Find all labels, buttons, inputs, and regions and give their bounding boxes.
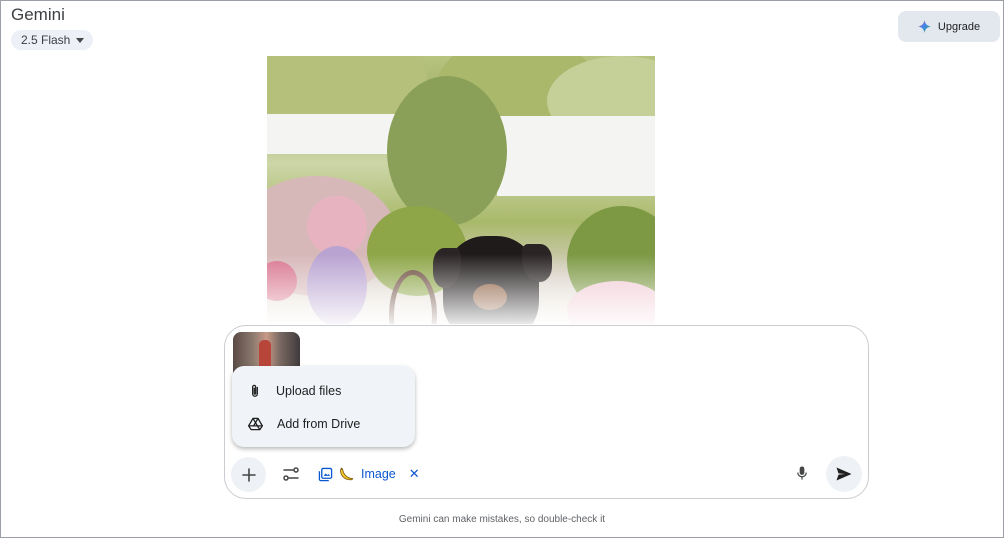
app-title: Gemini bbox=[11, 5, 65, 24]
disclaimer-text: Gemini can make mistakes, so double-chec… bbox=[398, 514, 606, 525]
add-attachment-button[interactable] bbox=[231, 457, 266, 492]
menu-item-label: Add from Drive bbox=[277, 416, 361, 431]
microphone-icon bbox=[797, 465, 807, 480]
menu-item-upload-files[interactable]: Upload files bbox=[232, 374, 415, 407]
microphone-button[interactable] bbox=[790, 461, 814, 485]
send-icon bbox=[836, 467, 852, 481]
image-chip-close-icon[interactable]: ✕ bbox=[409, 466, 420, 482]
upload-menu: Upload files Add from Drive bbox=[232, 366, 415, 447]
sparkle-icon bbox=[917, 20, 931, 33]
menu-item-add-from-drive[interactable]: Add from Drive bbox=[232, 407, 415, 440]
send-button[interactable] bbox=[826, 456, 862, 492]
drive-icon bbox=[248, 417, 263, 430]
gallery-icon bbox=[318, 467, 333, 481]
image-tool-chip: Image ✕ bbox=[318, 463, 420, 485]
uploaded-dog-photo bbox=[267, 56, 655, 324]
tune-icon bbox=[283, 467, 299, 481]
paperclip-icon bbox=[252, 384, 258, 397]
image-chip-label[interactable]: Image bbox=[361, 467, 396, 481]
plus-icon bbox=[241, 467, 256, 482]
upgrade-label: Upgrade bbox=[937, 20, 981, 33]
upgrade-button[interactable]: Upgrade bbox=[898, 11, 1000, 42]
model-picker[interactable]: 2.5 Flash bbox=[11, 30, 94, 50]
model-label: 2.5 Flash bbox=[21, 33, 71, 47]
banana-icon bbox=[340, 467, 354, 480]
caret-down-icon bbox=[76, 37, 85, 43]
tools-button[interactable] bbox=[275, 458, 307, 490]
menu-item-label: Upload files bbox=[276, 383, 342, 398]
